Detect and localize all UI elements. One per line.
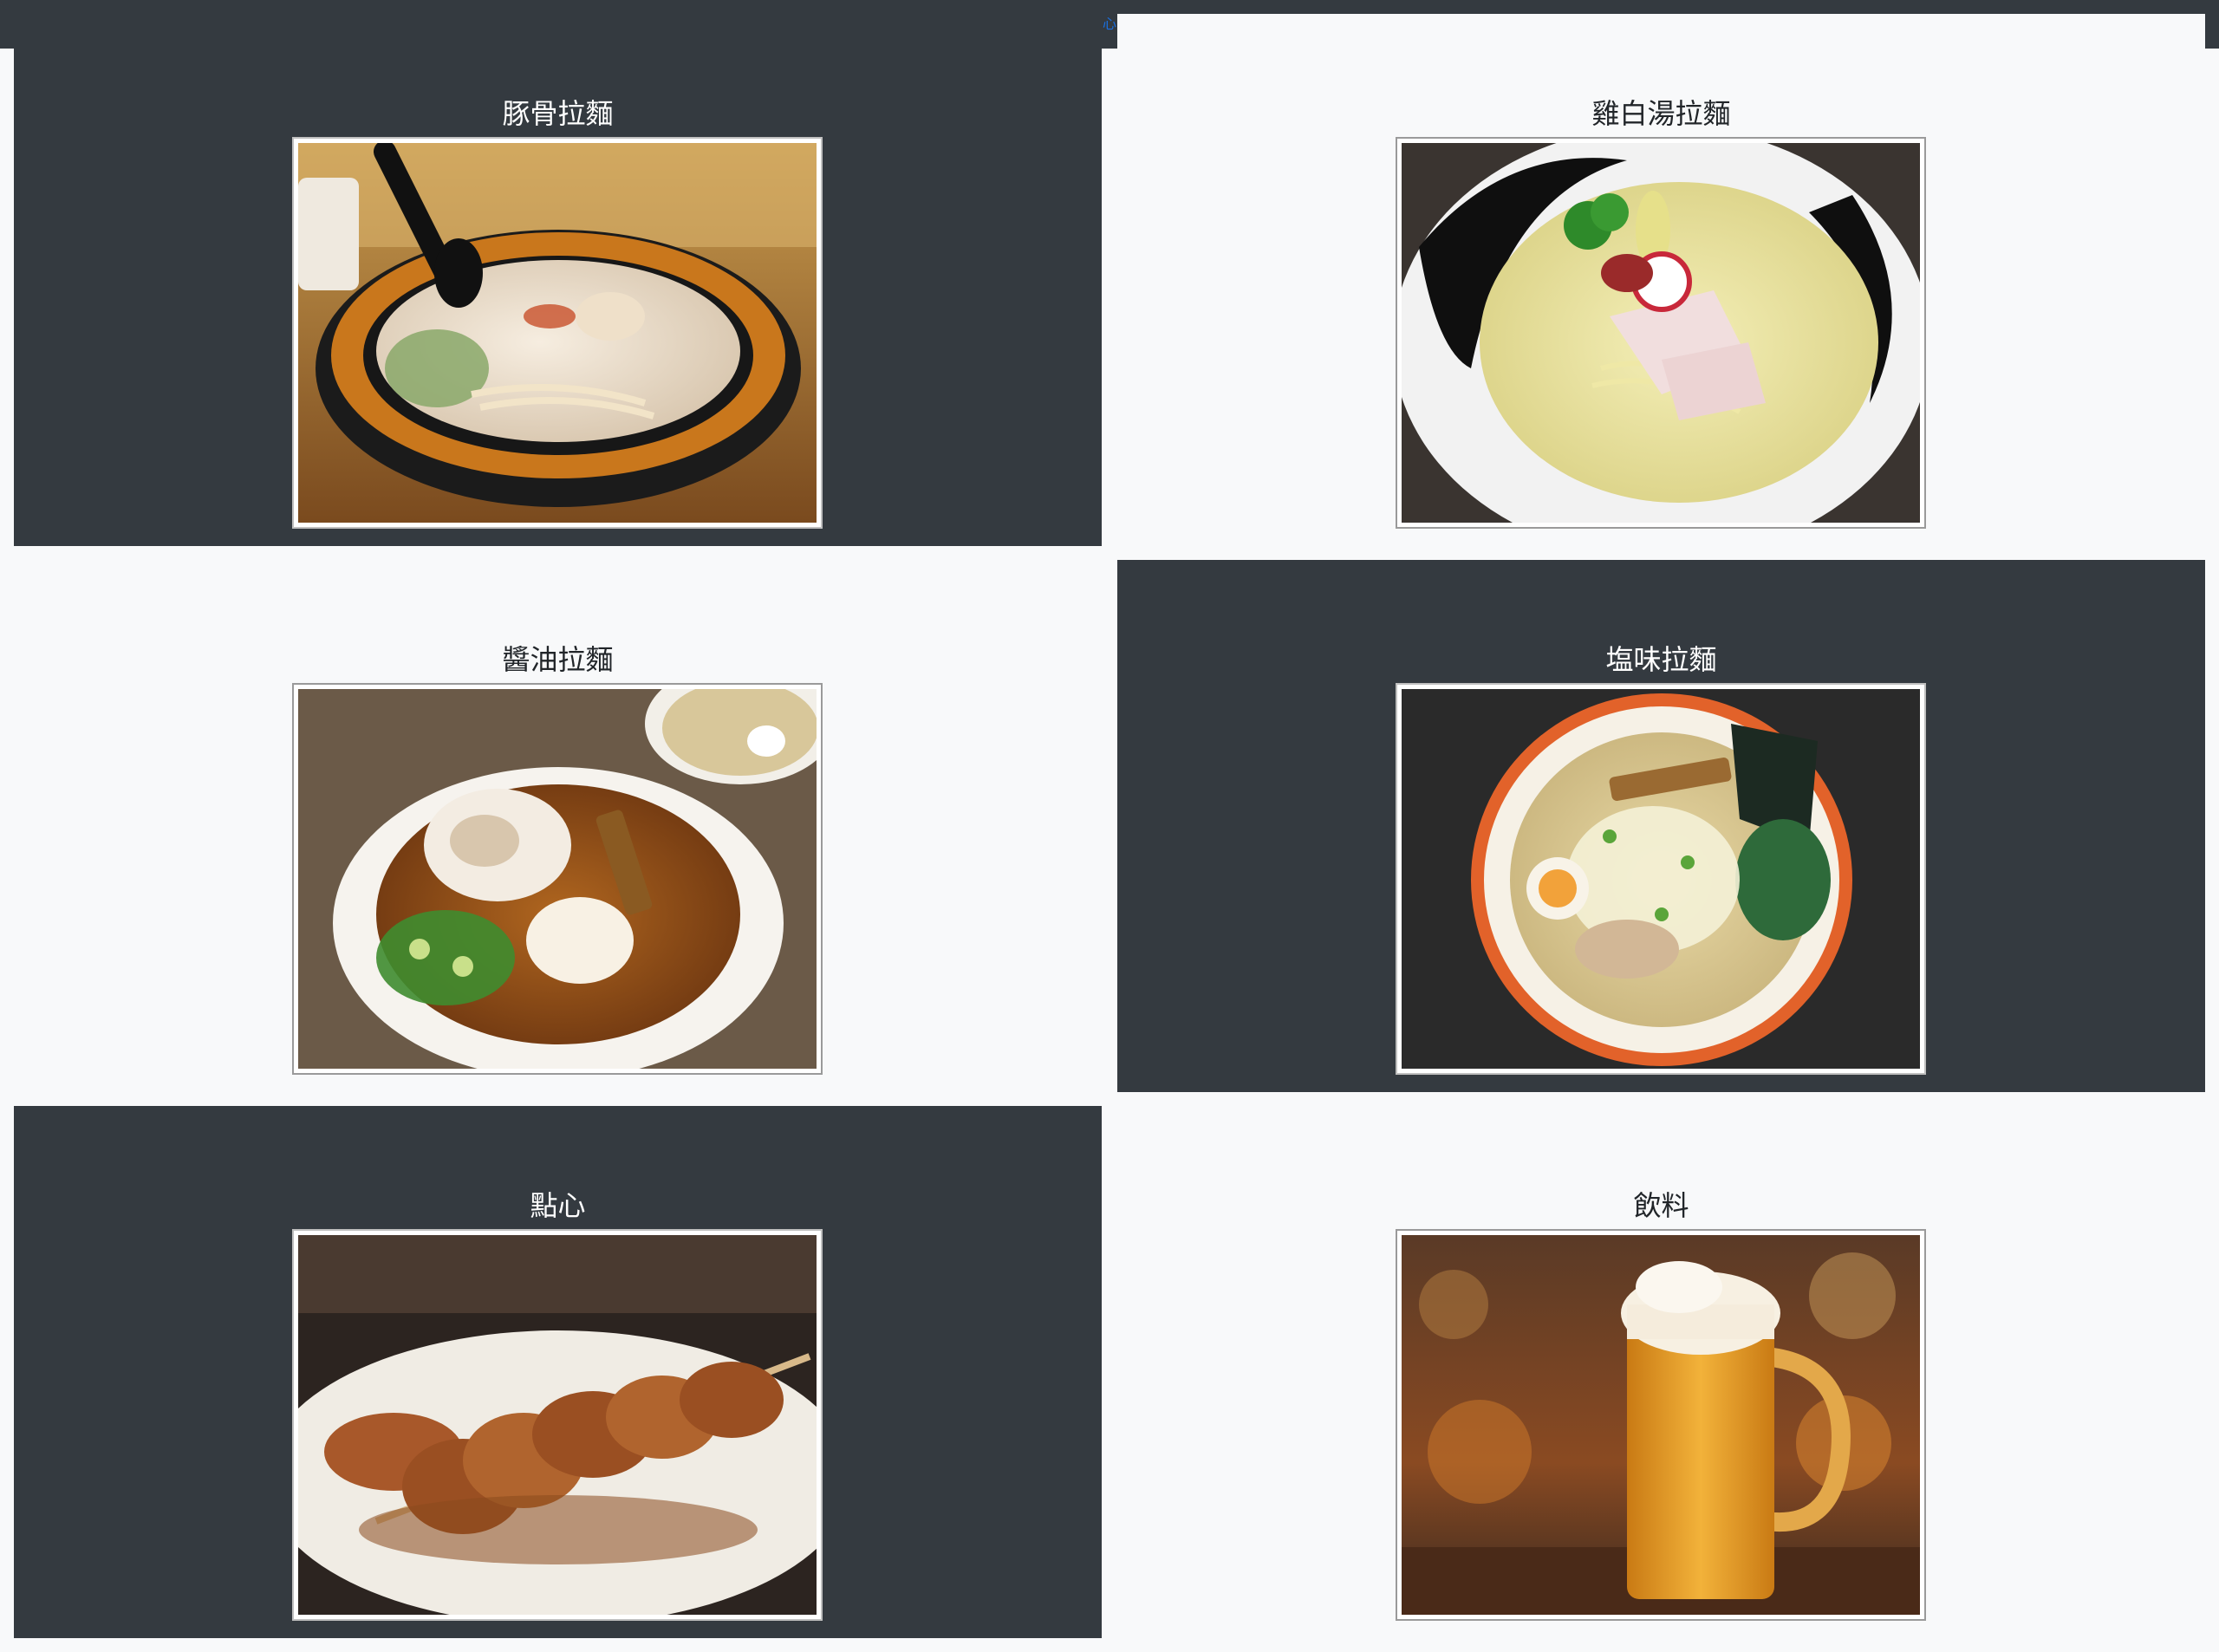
- chicken-paitan-ramen-photo[interactable]: [1396, 137, 1926, 529]
- shio-ramen-image: [1402, 689, 1920, 1069]
- beer-drink-image: [1402, 1235, 1920, 1615]
- menu-card-title: 飲料: [1633, 1189, 1689, 1222]
- shoyu-ramen-photo[interactable]: [292, 683, 823, 1075]
- shio-ramen-photo[interactable]: [1396, 683, 1926, 1075]
- menu-card-title: 塩味拉麵: [1605, 643, 1717, 676]
- menu-card-title: 點心: [530, 1189, 586, 1222]
- menu-card-title: 醬油拉麵: [502, 643, 614, 676]
- menu-card-drinks[interactable]: 飲料: [1117, 1106, 2205, 1638]
- menu-card-snacks[interactable]: 點心: [14, 1106, 1102, 1638]
- menu-card-shoyu[interactable]: 醬油拉麵: [14, 560, 1102, 1092]
- chicken-paitan-ramen-image: [1402, 143, 1920, 523]
- yakitori-snack-photo[interactable]: [292, 1229, 823, 1621]
- menu-card-title: 雞白湯拉麵: [1591, 97, 1731, 130]
- beer-drink-photo[interactable]: [1396, 1229, 1926, 1621]
- menu-card-paitan[interactable]: 雞白湯拉麵: [1117, 14, 2205, 546]
- menu-card-shio[interactable]: 塩味拉麵: [1117, 560, 2205, 1092]
- tonkotsu-ramen-photo[interactable]: [292, 137, 823, 529]
- shoyu-ramen-image: [298, 689, 817, 1069]
- menu-card-title: 豚骨拉麵: [502, 97, 614, 130]
- yakitori-snack-image: [298, 1235, 817, 1615]
- menu-card-tonkotsu[interactable]: 豚骨拉麵: [14, 14, 1102, 546]
- tonkotsu-ramen-image: [298, 143, 817, 523]
